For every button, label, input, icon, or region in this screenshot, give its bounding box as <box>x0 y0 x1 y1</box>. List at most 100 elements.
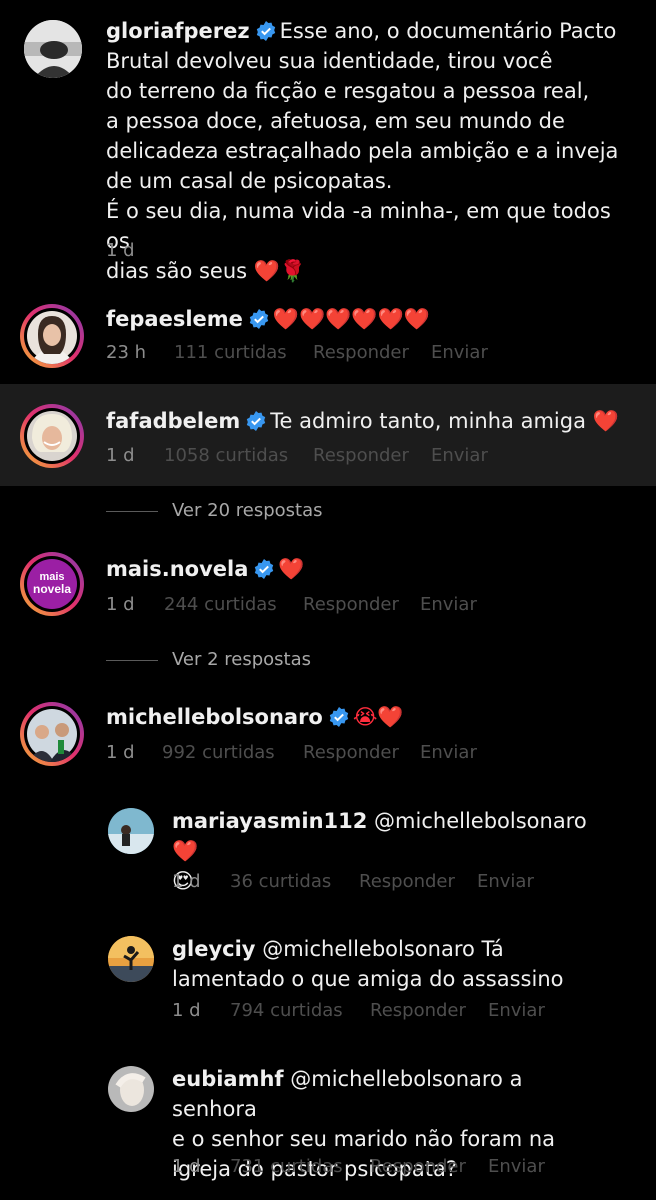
avatar[interactable] <box>108 1066 154 1112</box>
username[interactable]: fepaesleme <box>106 307 243 331</box>
username[interactable]: mais.novela <box>106 557 248 581</box>
comment-line: lamentado o que amiga do assassino <box>172 967 564 991</box>
send-button[interactable]: Enviar <box>420 742 477 763</box>
logo-text-line: novela <box>32 582 71 596</box>
avatar-photo <box>27 311 77 364</box>
reply-mariayasmin112: mariayasmin112 @michellebolsonaro ❤️ 😍 1… <box>0 800 656 910</box>
view-replies-button[interactable]: Ver 2 respostas <box>106 649 406 673</box>
likes-count[interactable]: 794 curtidas <box>230 1000 343 1021</box>
send-button[interactable]: Enviar <box>488 1156 545 1177</box>
avatar-photo <box>27 709 78 762</box>
comment-body: fafadbelem Te admiro tanto, minha amiga ❤… <box>106 406 619 436</box>
reply-button[interactable]: Responder <box>303 742 399 763</box>
reply-button[interactable]: Responder <box>359 871 455 892</box>
comment-body: fepaesleme ❤️❤️❤️❤️❤️❤️ <box>106 304 430 334</box>
avatar-photo <box>108 936 154 982</box>
avatar-photo <box>108 808 154 854</box>
send-button[interactable]: Enviar <box>431 445 488 466</box>
username[interactable]: fafadbelem <box>106 409 240 433</box>
likes-count[interactable]: 244 curtidas <box>164 594 277 615</box>
reply-button[interactable]: Responder <box>313 445 409 466</box>
comment-line: delicadeza estraçalhado pela ambição e a… <box>106 139 619 163</box>
reply-eubiamhf: eubiamhf @michellebolsonaro a senhora e … <box>0 1058 656 1200</box>
timestamp: 23 h <box>106 342 147 363</box>
comment-line: e o senhor seu marido não foram na <box>172 1127 556 1151</box>
comment-line: do terreno da ficção e resgatou a pessoa… <box>106 79 590 103</box>
avatar-photo <box>27 411 77 461</box>
comment-meta: 1 d 992 curtidas Responder Enviar <box>106 742 606 766</box>
comment-meta: 23 h 111 curtidas Responder Enviar <box>106 342 606 366</box>
verified-icon <box>329 707 349 727</box>
view-replies-label: Ver 20 respostas <box>172 500 323 521</box>
avatar-photo <box>24 20 82 78</box>
avatar[interactable] <box>24 20 82 78</box>
comment-line: a pessoa doce, afetuosa, em seu mundo de <box>106 109 565 133</box>
comment-mais-novela: mais novela mais.novela ❤️ 1 d 244 curtid… <box>0 536 656 646</box>
avatar[interactable]: mais novela <box>20 552 84 616</box>
avatar[interactable] <box>20 304 84 368</box>
divider <box>106 660 158 661</box>
timestamp: 1 d <box>106 240 135 261</box>
comment-meta: 1 d 794 curtidas Responder Enviar <box>172 1000 632 1024</box>
comment-line: Esse ano, o documentário Pacto <box>279 19 617 43</box>
verified-icon <box>247 411 266 431</box>
comment-line: @michellebolsonaro Tá <box>262 937 504 961</box>
likes-count[interactable]: 992 curtidas <box>162 742 275 763</box>
timestamp: 1 d <box>172 1156 201 1177</box>
comment-text: Te admiro tanto, minha amiga ❤️ <box>270 409 619 433</box>
reply-button[interactable]: Responder <box>303 594 399 615</box>
likes-count[interactable]: 1058 curtidas <box>164 445 288 466</box>
verified-icon <box>249 309 269 329</box>
divider <box>106 511 158 512</box>
likes-count[interactable]: 111 curtidas <box>174 342 287 363</box>
comment-line: de um casal de psicopatas. <box>106 169 393 193</box>
send-button[interactable]: Enviar <box>488 1000 545 1021</box>
comment-line: dias são seus <box>106 259 248 283</box>
reply-button[interactable]: Responder <box>370 1000 466 1021</box>
send-button[interactable]: Enviar <box>477 871 534 892</box>
avatar[interactable] <box>108 936 154 982</box>
comment-body: michellebolsonaro 😭❤️ <box>106 702 404 732</box>
comment-line: É o seu dia, numa vida -a minha-, em que… <box>106 199 611 253</box>
comment-meta: 1 d 244 curtidas Responder Enviar <box>106 594 606 618</box>
comment-body: gloriafperez Esse ano, o documentário Pac… <box>106 16 636 286</box>
comment-gloriafperez: gloriafperez Esse ano, o documentário Pac… <box>0 0 656 290</box>
send-button[interactable]: Enviar <box>431 342 488 363</box>
reply-button[interactable]: Responder <box>313 342 409 363</box>
hearts-emoji: ❤️❤️❤️❤️❤️❤️ <box>272 307 430 331</box>
comment-body: mais.novela ❤️ <box>106 554 305 584</box>
avatar[interactable] <box>20 404 84 468</box>
crying-heart-emoji: 😭❤️ <box>352 705 404 729</box>
heart-rose-emoji: ❤️🌹 <box>253 259 307 283</box>
comment-body: gleyciy @michellebolsonaro Tá lamentado … <box>172 934 612 994</box>
comment-meta: 1 d 36 curtidas Responder Enviar <box>172 871 632 895</box>
likes-count[interactable]: 731 curtidas <box>230 1156 343 1177</box>
avatar[interactable] <box>108 808 154 854</box>
heart-emoji: ❤️ <box>278 557 305 581</box>
timestamp: 1 d <box>172 1000 201 1021</box>
verified-icon <box>256 21 275 41</box>
timestamp: 1 d <box>106 445 135 466</box>
timestamp: 1 d <box>172 871 201 892</box>
view-replies-button[interactable]: Ver 20 respostas <box>106 500 406 524</box>
timestamp: 1 d <box>106 742 135 763</box>
username[interactable]: eubiamhf <box>172 1067 284 1091</box>
verified-icon <box>255 559 274 579</box>
reply-button[interactable]: Responder <box>370 1156 466 1177</box>
comment-line: Brutal devolveu sua identidade, tirou vo… <box>106 49 553 73</box>
comment-fepaesleme: fepaesleme ❤️❤️❤️❤️❤️❤️ 23 h 111 curtidas… <box>0 290 656 384</box>
likes-count[interactable]: 36 curtidas <box>230 871 331 892</box>
username[interactable]: gleyciy <box>172 937 256 961</box>
comment-meta: 1 d 1058 curtidas Responder Enviar <box>106 445 606 469</box>
reply-gleyciy: gleyciy @michellebolsonaro Tá lamentado … <box>0 928 656 1038</box>
comment-meta: 1 d 731 curtidas Responder Enviar <box>172 1156 632 1180</box>
username[interactable]: mariayasmin112 <box>172 809 367 833</box>
username[interactable]: michellebolsonaro <box>106 705 323 729</box>
mais-novela-logo: mais novela <box>27 559 77 609</box>
timestamp: 1 d <box>106 594 135 615</box>
comment-michellebolsonaro: michellebolsonaro 😭❤️ 1 d 992 curtidas Re… <box>0 686 656 786</box>
username[interactable]: gloriafperez <box>106 19 250 43</box>
avatar[interactable] <box>20 702 84 766</box>
send-button[interactable]: Enviar <box>420 594 477 615</box>
comment-fafadbelem: fafadbelem Te admiro tanto, minha amiga ❤… <box>0 384 656 486</box>
